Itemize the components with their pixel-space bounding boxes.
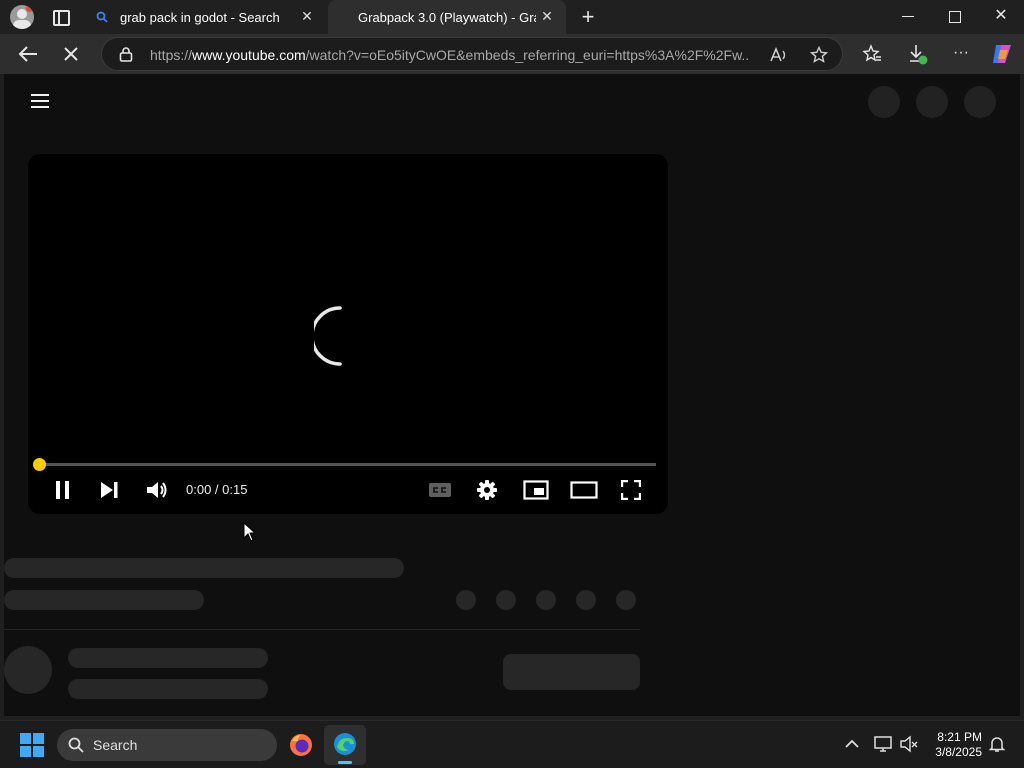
time-display: 0:00 / 0:15 bbox=[186, 482, 248, 497]
theater-mode-icon[interactable] bbox=[570, 481, 598, 499]
clock-time: 8:21 PM bbox=[937, 730, 982, 744]
mouse-cursor-icon bbox=[243, 522, 257, 542]
bing-search-icon bbox=[96, 11, 108, 23]
subtitle-placeholder bbox=[4, 590, 204, 610]
profile-avatar[interactable] bbox=[10, 5, 34, 29]
url-text[interactable]: https://www.youtube.com/watch?v=oEo5ityC… bbox=[150, 47, 750, 63]
new-tab-button[interactable]: + bbox=[577, 6, 599, 28]
notification-bell-icon[interactable] bbox=[988, 735, 1006, 753]
back-icon[interactable] bbox=[18, 45, 38, 63]
more-icon[interactable]: ··· bbox=[951, 43, 971, 63]
copilot-icon[interactable] bbox=[990, 42, 1014, 66]
taskbar-search-box[interactable]: Search bbox=[57, 729, 277, 761]
header-placeholder-circle bbox=[964, 86, 996, 118]
subscribe-button-placeholder bbox=[503, 654, 640, 690]
menu-icon[interactable] bbox=[31, 94, 49, 108]
favorites-icon[interactable] bbox=[862, 44, 882, 64]
divider bbox=[4, 629, 640, 630]
url-prefix: https:// bbox=[150, 47, 193, 63]
channel-avatar-placeholder bbox=[4, 646, 52, 694]
title-placeholder bbox=[4, 558, 404, 578]
edge-icon bbox=[334, 733, 356, 755]
title-bar: grab pack in godot - Search ✕ Grabpack 3… bbox=[0, 0, 1024, 34]
action-placeholder-circle bbox=[536, 590, 556, 610]
seek-bar[interactable] bbox=[40, 463, 656, 466]
system-clock[interactable]: 8:21 PM 3/8/2025 bbox=[935, 730, 982, 760]
downloads-icon[interactable] bbox=[907, 43, 929, 65]
firefox-icon[interactable] bbox=[289, 733, 313, 757]
miniplayer-icon[interactable] bbox=[523, 480, 549, 500]
fullscreen-icon[interactable] bbox=[621, 480, 641, 500]
tab-search[interactable]: grab pack in godot - Search ✕ bbox=[88, 0, 326, 34]
address-bar[interactable]: https://www.youtube.com/watch?v=oEo5ityC… bbox=[101, 37, 843, 71]
favorite-star-icon[interactable] bbox=[810, 46, 828, 64]
action-placeholder-circle bbox=[576, 590, 596, 610]
captions-icon[interactable] bbox=[428, 481, 452, 499]
stop-loading-icon[interactable] bbox=[63, 46, 79, 62]
tab-actions-icon[interactable] bbox=[53, 10, 70, 26]
read-aloud-icon[interactable] bbox=[770, 47, 788, 63]
tab-title: grab pack in godot - Search bbox=[120, 9, 280, 25]
header-placeholder-circle bbox=[916, 86, 948, 118]
action-placeholder-circle bbox=[456, 590, 476, 610]
close-tab-icon[interactable]: ✕ bbox=[540, 9, 554, 23]
browser-toolbar: https://www.youtube.com/watch?v=oEo5ityC… bbox=[0, 34, 1024, 74]
youtube-page: 0:00 / 0:15 bbox=[4, 74, 1020, 716]
seek-handle[interactable] bbox=[33, 458, 46, 471]
settings-gear-icon[interactable] bbox=[476, 479, 498, 501]
loading-spinner-icon bbox=[314, 306, 342, 366]
volume-muted-icon[interactable] bbox=[900, 735, 918, 753]
url-host: www.youtube.com bbox=[192, 47, 306, 63]
lock-icon[interactable] bbox=[119, 47, 133, 62]
windows-start-icon[interactable] bbox=[20, 733, 44, 757]
action-placeholder-circle bbox=[616, 590, 636, 610]
taskbar-search-label: Search bbox=[93, 737, 138, 753]
tab-title: Grabpack 3.0 (Playwatch) - Grabp bbox=[358, 9, 536, 25]
chevron-up-icon[interactable] bbox=[845, 739, 859, 749]
next-icon[interactable] bbox=[100, 481, 120, 499]
video-player[interactable]: 0:00 / 0:15 bbox=[28, 154, 668, 514]
edge-taskbar-button[interactable] bbox=[324, 725, 366, 765]
channel-name-placeholder bbox=[68, 648, 268, 668]
url-path: /watch?v=oEo5ityCwOE&embeds_referring_eu… bbox=[305, 47, 750, 63]
clock-date: 3/8/2025 bbox=[935, 745, 982, 759]
close-window-button[interactable]: ✕ bbox=[993, 8, 1009, 24]
network-icon[interactable] bbox=[874, 735, 892, 753]
search-icon bbox=[68, 737, 84, 753]
channel-subs-placeholder bbox=[68, 679, 268, 699]
restore-button[interactable] bbox=[949, 11, 961, 23]
volume-icon[interactable] bbox=[146, 480, 168, 500]
close-tab-icon[interactable]: ✕ bbox=[300, 9, 314, 23]
minimize-button[interactable] bbox=[902, 16, 914, 17]
pause-icon[interactable] bbox=[54, 480, 72, 500]
tab-youtube[interactable]: Grabpack 3.0 (Playwatch) - Grabp ✕ bbox=[328, 0, 566, 34]
action-placeholder-circle bbox=[496, 590, 516, 610]
header-placeholder-circle bbox=[868, 86, 900, 118]
taskbar: Search 8:21 PM 3/8/2025 bbox=[0, 720, 1024, 768]
